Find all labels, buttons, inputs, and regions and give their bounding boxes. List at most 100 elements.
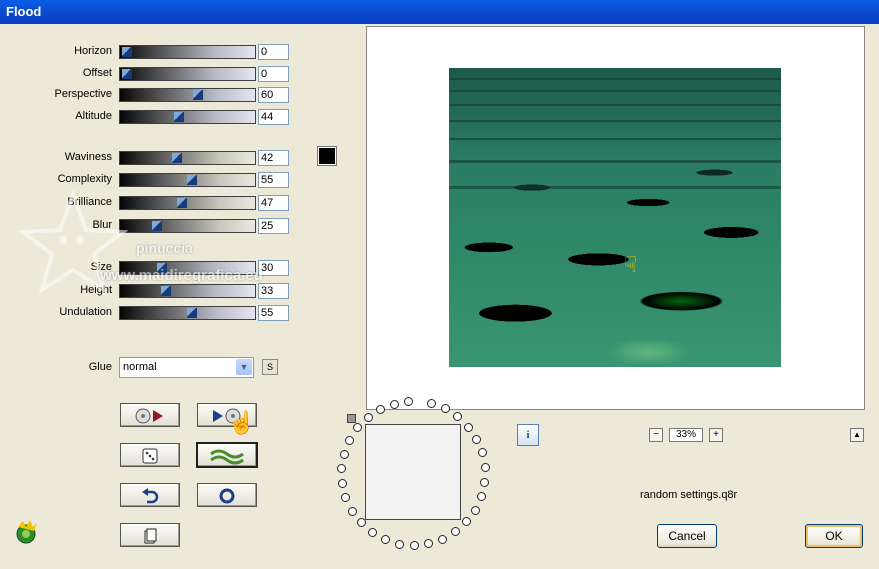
height-slider-thumb[interactable]	[161, 286, 171, 296]
complexity-label: Complexity	[57, 173, 112, 185]
offset-value-input[interactable]: 0	[258, 66, 289, 82]
size-slider[interactable]	[119, 261, 256, 275]
preset-ring-dot[interactable]	[464, 423, 473, 432]
collapse-button[interactable]: ▲	[850, 428, 864, 442]
horizon-slider-thumb[interactable]	[122, 47, 132, 57]
watermark-name: pinuccia	[136, 240, 193, 256]
altitude-slider-thumb[interactable]	[174, 112, 184, 122]
brilliance-slider[interactable]	[119, 196, 256, 210]
preset-ring-dot[interactable]	[376, 405, 385, 414]
preset-ring-dot[interactable]	[364, 413, 373, 422]
perspective-slider[interactable]	[119, 88, 256, 102]
preview-image[interactable]: ☟	[449, 68, 781, 367]
blur-slider-thumb[interactable]	[152, 221, 162, 231]
height-slider[interactable]	[119, 284, 256, 298]
settings-file-label: random settings.q8r	[640, 489, 738, 501]
perspective-value-input[interactable]: 60	[258, 87, 289, 103]
preset-ring-dot[interactable]	[462, 517, 471, 526]
preset-ring-dot[interactable]	[345, 436, 354, 445]
dice-icon	[142, 448, 158, 464]
preset-ring-dot[interactable]	[338, 479, 347, 488]
undo-arrow-icon	[142, 487, 159, 503]
hand-pointer-icon: ☟	[624, 252, 638, 277]
preset-ring-dot[interactable]	[337, 464, 346, 473]
preset-ring-dot[interactable]	[410, 541, 419, 550]
offset-slider-thumb[interactable]	[122, 69, 132, 79]
preset-ring-dot[interactable]	[438, 535, 447, 544]
preset-ring-dot[interactable]	[341, 493, 350, 502]
reset-button[interactable]	[197, 483, 257, 507]
preset-ring-dot[interactable]	[451, 527, 460, 536]
preset-ring-dot[interactable]	[353, 423, 362, 432]
zoom-in-button[interactable]: +	[709, 428, 723, 442]
blur-value-input[interactable]: 25	[258, 218, 289, 234]
copy-button[interactable]	[120, 523, 180, 547]
offset-slider[interactable]	[119, 67, 256, 81]
waviness-label: Waviness	[64, 151, 112, 163]
size-label: Size	[90, 261, 112, 273]
preset-ring-dot[interactable]	[424, 539, 433, 548]
preset-ring-dot[interactable]	[381, 535, 390, 544]
reset-circle-icon	[219, 488, 235, 504]
chevron-down-icon[interactable]: ▼	[236, 359, 252, 375]
perspective-slider-thumb[interactable]	[193, 90, 203, 100]
preset-ring-dot[interactable]	[453, 412, 462, 421]
hand-pointer-icon: ☝	[228, 410, 256, 435]
blur-label: Blur	[92, 219, 112, 231]
waviness-slider[interactable]	[119, 151, 256, 165]
preset-ring-dot[interactable]	[481, 463, 490, 472]
ok-button[interactable]: OK	[805, 524, 863, 548]
complexity-slider[interactable]	[119, 173, 256, 187]
preset-ring-dot[interactable]	[427, 399, 436, 408]
glue-select[interactable]: normal ▼	[119, 357, 254, 378]
randomize-button[interactable]	[120, 443, 180, 467]
brilliance-value-input[interactable]: 47	[258, 195, 289, 211]
preset-ring-dot[interactable]	[477, 492, 486, 501]
undulation-slider-thumb[interactable]	[187, 308, 197, 318]
complexity-value-input[interactable]: 55	[258, 172, 289, 188]
waviness-slider-thumb[interactable]	[172, 153, 182, 163]
undulation-slider[interactable]	[119, 306, 256, 320]
waviness-value-input[interactable]: 42	[258, 150, 289, 166]
height-label: Height	[80, 284, 112, 296]
horizon-value-input[interactable]: 0	[258, 44, 289, 60]
size-value-input[interactable]: 30	[258, 260, 289, 276]
preset-ring-dot[interactable]	[471, 506, 480, 515]
cancel-button[interactable]: Cancel	[657, 524, 717, 548]
brilliance-slider-thumb[interactable]	[177, 198, 187, 208]
height-value-input[interactable]: 33	[258, 283, 289, 299]
preset-ring-dot[interactable]	[368, 528, 377, 537]
preset-ring-dot[interactable]	[348, 507, 357, 516]
undulation-label: Undulation	[59, 306, 112, 318]
zoom-out-button[interactable]: −	[649, 428, 663, 442]
copy-document-icon	[144, 528, 157, 544]
preset-ring-dot[interactable]	[478, 448, 487, 457]
size-slider-thumb[interactable]	[157, 263, 167, 273]
undulation-value-input[interactable]: 55	[258, 305, 289, 321]
complexity-slider-thumb[interactable]	[187, 175, 197, 185]
preset-ring-dot[interactable]	[357, 518, 366, 527]
preset-ring-dot[interactable]	[404, 397, 413, 406]
preset-ring-dot[interactable]	[472, 435, 481, 444]
altitude-slider[interactable]	[119, 110, 256, 124]
blur-slider[interactable]	[119, 219, 256, 233]
preset-ring-dot[interactable]	[390, 400, 399, 409]
caret-up-icon: ▲	[853, 430, 861, 439]
undo-button[interactable]	[120, 483, 180, 507]
zoom-level: 33%	[669, 428, 703, 442]
color-swatch[interactable]	[317, 146, 337, 166]
preset-ring-dot[interactable]	[441, 404, 450, 413]
filter-logo-icon	[16, 520, 37, 544]
glue-s-button[interactable]: S	[262, 359, 278, 375]
info-button[interactable]: i	[517, 424, 539, 446]
load-preset-button[interactable]	[120, 403, 180, 427]
horizon-slider[interactable]	[119, 45, 256, 59]
preset-ring-dot[interactable]	[340, 450, 349, 459]
ring-handle[interactable]	[347, 414, 356, 423]
altitude-value-input[interactable]: 44	[258, 109, 289, 125]
preset-ring-dot[interactable]	[480, 478, 489, 487]
preset-ring-dot[interactable]	[395, 540, 404, 549]
altitude-label: Altitude	[75, 110, 112, 122]
brilliance-label: Brilliance	[67, 196, 112, 208]
wave-button[interactable]	[196, 442, 258, 468]
